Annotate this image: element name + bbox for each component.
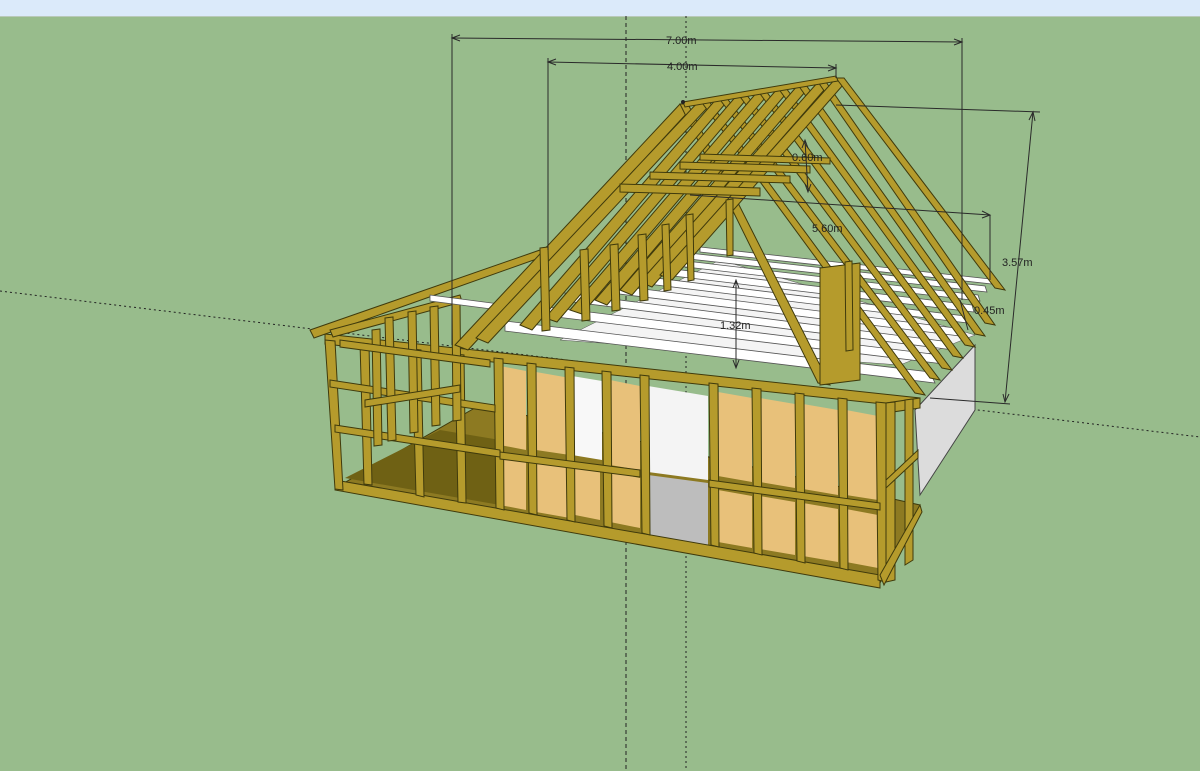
door-opening-lower bbox=[648, 475, 708, 545]
scene-canvas[interactable]: 7.00m 4.00m 3.57m 5.60m 0.60m 1.32m 0.45… bbox=[0, 0, 1200, 771]
dimension-rafter-length-label: 5.60m bbox=[812, 223, 843, 235]
dimension-collar-spacing-label: 0.60m bbox=[792, 152, 823, 164]
dimension-overall-length-label: 7.00m bbox=[666, 35, 697, 47]
door-opening bbox=[648, 386, 708, 480]
dimension-eave-offset-label: 0.45m bbox=[974, 305, 1005, 317]
model-viewport[interactable]: 7.00m 4.00m 3.57m 5.60m 0.60m 1.32m 0.45… bbox=[0, 0, 1200, 771]
window-opening bbox=[572, 376, 602, 460]
dimension-knee-wall-label: 1.32m bbox=[720, 320, 751, 332]
ridge-end-marker bbox=[681, 100, 685, 104]
sky-band bbox=[0, 0, 1200, 16]
dimension-roof-width-label: 4.00m bbox=[667, 61, 698, 73]
dimension-ridge-height-label: 3.57m bbox=[1002, 257, 1033, 269]
